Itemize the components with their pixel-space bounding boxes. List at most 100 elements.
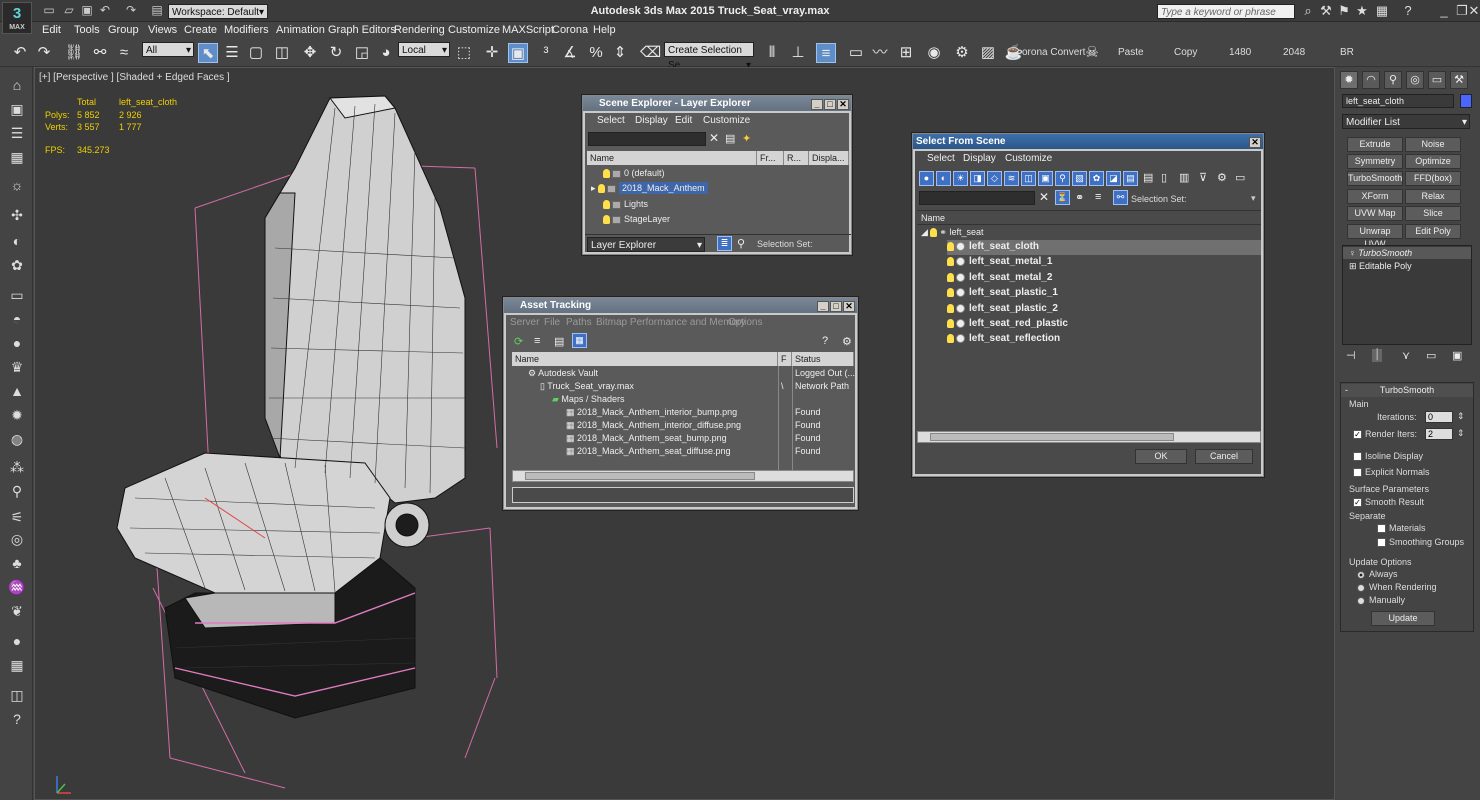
layer-row[interactable]: ▸ 2018_Mack_Anthem [591, 182, 755, 194]
layers-icon[interactable]: ≡ [1095, 191, 1101, 203]
height-label[interactable]: 2048 [1283, 47, 1305, 58]
find-icon[interactable]: ⚭ [1075, 191, 1084, 204]
menu-customize[interactable]: Customize [448, 24, 500, 36]
window-icon[interactable]: ◫ [7, 685, 27, 705]
stack-item-editable-poly[interactable]: ⊞ Editable Poly [1343, 260, 1471, 272]
curve-editor-icon[interactable]: 〰 [870, 43, 890, 63]
table-view-icon[interactable]: ▦ [572, 333, 587, 348]
se-menu-display[interactable]: Display [635, 115, 668, 126]
tree-item-row[interactable]: left_seat_metal_1 [947, 256, 1052, 267]
select-object-icon[interactable]: ⬉ [198, 43, 218, 63]
tree-item-row[interactable]: left_seat_red_plastic [947, 318, 1068, 329]
at-col-status[interactable]: Status [792, 352, 854, 366]
close-button[interactable]: ✕ [843, 301, 855, 312]
asset-row[interactable]: ▯ Truck_Seat_vray.max [540, 381, 634, 392]
helper-icon[interactable]: ✣ [7, 205, 27, 225]
checkbox-checked[interactable]: ✓ [1353, 430, 1362, 440]
find-options-icon[interactable]: ▤ [725, 132, 735, 145]
paste-label[interactable]: Paste [1118, 47, 1144, 58]
display-xrefs-icon[interactable]: ▣ [1038, 171, 1053, 186]
undo-icon[interactable]: ↶ [98, 3, 112, 17]
settings-icon[interactable]: ⚙ [842, 335, 852, 348]
tree-item-row[interactable]: left_seat_plastic_2 [947, 303, 1058, 314]
display-cameras-icon[interactable]: ◨ [970, 171, 985, 186]
dome-light-icon[interactable]: ♛ [7, 357, 27, 377]
uvw-map-button[interactable]: UVW Map [1347, 206, 1403, 221]
light-bulb-icon[interactable] [603, 200, 610, 210]
minimize-button[interactable]: _ [811, 99, 823, 110]
select-from-scene-dialog[interactable]: Select From Scene ✕ Select Display Custo… [912, 133, 1264, 477]
case-sensitive-icon[interactable]: ⏳ [1055, 190, 1070, 205]
select-manipulate-icon[interactable]: ✛ [482, 43, 502, 63]
display-geometry-icon[interactable]: ● [919, 171, 934, 186]
favorites-icon[interactable]: ★ [1354, 3, 1370, 19]
at-col-f[interactable]: F [778, 352, 792, 366]
clear-search-icon[interactable]: ✕ [709, 131, 719, 145]
horizontal-scrollbar[interactable] [512, 470, 854, 482]
menu-rendering[interactable]: Rendering [394, 24, 445, 36]
display-helpers-icon[interactable]: ◇ [987, 171, 1002, 186]
light-bulb-icon[interactable] [598, 184, 606, 194]
motion-tab-icon[interactable]: ◎ [1406, 71, 1424, 89]
se-col-name[interactable]: Name [587, 151, 757, 165]
symmetry-button[interactable]: Symmetry [1347, 154, 1403, 169]
checkbox[interactable] [1377, 524, 1386, 534]
exchange-icon[interactable]: ▦ [1374, 3, 1390, 19]
layer-row[interactable]: Lights [603, 199, 648, 210]
sfs-menu-select[interactable]: Select [927, 153, 955, 164]
search-input[interactable]: Type a keyword or phrase [1157, 4, 1295, 19]
list-icon[interactable]: ☰ [7, 123, 27, 143]
minimize-button[interactable]: _ [817, 301, 829, 312]
light-bulb-icon[interactable] [947, 241, 954, 251]
make-unique-icon[interactable]: ⋎ [1402, 349, 1410, 362]
percent-snap-icon[interactable]: % [586, 43, 606, 63]
sfs-menu-customize[interactable]: Customize [1005, 153, 1052, 164]
iterations-spinner[interactable]: 0 [1425, 411, 1453, 423]
save-file-icon[interactable]: ▣ [80, 3, 94, 17]
sphere-gold-icon[interactable]: ◍ [7, 429, 27, 449]
always-radio[interactable]: Always [1357, 569, 1398, 579]
workspace-dropdown[interactable]: Workspace: Default [168, 4, 268, 20]
update-button[interactable]: Update [1371, 611, 1435, 626]
minimize-button[interactable]: _ [1436, 3, 1452, 18]
light-bulb-icon[interactable] [947, 333, 954, 343]
at-menu-paths[interactable]: Paths [566, 317, 592, 328]
edit-poly-button[interactable]: Edit Poly [1405, 224, 1461, 239]
radio-selected[interactable] [1357, 570, 1365, 579]
asset-row[interactable]: ▦ 2018_Mack_Anthem_seat_bump.png [566, 433, 727, 444]
menu-help[interactable]: Help [593, 24, 616, 36]
hierarchy-icon[interactable]: ⚲ [737, 237, 745, 250]
turbosmooth-button[interactable]: TurboSmooth [1347, 171, 1403, 186]
align-icon[interactable]: ⊥ [788, 43, 808, 63]
select-invert-icon[interactable]: ▥ [1179, 171, 1189, 184]
hair-icon[interactable]: ♒ [7, 577, 27, 597]
scene-explorer-window[interactable]: Scene Explorer - Layer Explorer _ □ ✕ Sele… [582, 95, 852, 255]
sfs-search-input[interactable] [919, 191, 1035, 205]
menu-views[interactable]: Views [148, 24, 177, 36]
plane-icon[interactable]: ▭ [7, 285, 27, 305]
remove-modifier-icon[interactable]: ▭ [1426, 349, 1436, 362]
menu-animation[interactable]: Animation [276, 24, 325, 36]
help-circle-icon[interactable]: ? [7, 709, 27, 729]
modifier-stack[interactable]: ♀ TurboSmooth ⊞ Editable Poly [1342, 245, 1472, 345]
display-tab-icon[interactable]: ▭ [1428, 71, 1446, 89]
redo-icon[interactable]: ↷ [34, 43, 54, 63]
close-button[interactable]: ✕ [1466, 3, 1480, 19]
skull-icon[interactable]: ☠ [1082, 43, 1102, 63]
thumbnail-view-icon[interactable]: ▤ [554, 335, 564, 348]
display-lights-icon[interactable]: ☀ [953, 171, 968, 186]
menu-modifiers[interactable]: Modifiers [224, 24, 269, 36]
at-menu-file[interactable]: File [544, 317, 560, 328]
checkbox[interactable] [1353, 452, 1362, 462]
display-groups-icon[interactable]: ◫ [1021, 171, 1036, 186]
open-file-icon[interactable]: ▱ [62, 3, 76, 17]
collapse-icon[interactable]: - [1345, 384, 1348, 397]
select-all-icon[interactable]: ▤ [1143, 171, 1153, 184]
display-hidden-icon[interactable]: ◪ [1106, 171, 1121, 186]
light-bulb-icon[interactable] [947, 303, 954, 313]
display-containers-icon[interactable]: ▧ [1072, 171, 1087, 186]
at-menu-options[interactable]: Options [728, 317, 762, 328]
display-warps-icon[interactable]: ≋ [1004, 171, 1019, 186]
se-col-freeze[interactable]: Fr... [757, 151, 784, 165]
collapse-arrow-icon[interactable]: ◢ [921, 227, 930, 237]
